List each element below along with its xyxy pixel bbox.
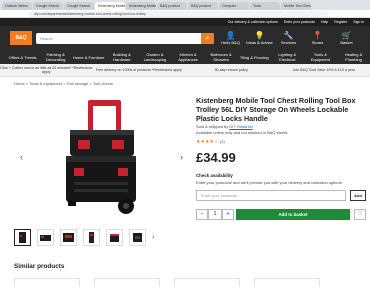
check-availability-subtext: Enter your postcode and we'll provide yo… <box>196 180 342 185</box>
browser-tab[interactable]: Kistenberg Mobile <box>126 2 156 10</box>
add-to-basket-button[interactable]: Add to basket <box>236 209 350 220</box>
nav-garden[interactable]: Garden & Landscaping <box>138 52 171 62</box>
site-logo[interactable]: B&Q <box>10 31 32 45</box>
sign-in-link[interactable]: Sign in <box>353 18 364 26</box>
quantity-stepper: − 1 + <box>196 209 234 220</box>
search-placeholder: Search <box>40 36 53 41</box>
site-header: Our delivery & collection options Enter … <box>0 18 370 64</box>
review-count[interactable]: (2) <box>220 139 225 144</box>
stores-button[interactable]: 📍 Stores <box>303 31 332 46</box>
product-image[interactable] <box>14 92 188 222</box>
category-nav: Offers & Trends Painting & Decorating Ho… <box>0 50 370 64</box>
browser-tab-bar: Outlook Webm Google Search Google Search… <box>0 0 370 10</box>
product-title: Kistenberg Mobile Tool Chest Rolling Too… <box>196 96 356 123</box>
breadcrumb[interactable]: Home > Tools & equipment > Tool storage … <box>14 81 113 86</box>
browser-tab[interactable]: Outlook Webm <box>2 2 32 10</box>
browser-tab-active[interactable]: Kistenberg Mobile <box>95 2 125 10</box>
nav-tools[interactable]: Tools & Equipment <box>304 52 337 62</box>
promo-club[interactable]: Join B&Q Club Save 10% & £10 a year <box>278 68 370 72</box>
nav-building[interactable]: Building & Hardware <box>105 52 138 62</box>
star-icons: ★★★★☆ <box>196 139 219 145</box>
product-gallery: ‹ › <box>14 92 188 222</box>
nav-heating[interactable]: Heating & Plumbing <box>337 52 370 62</box>
delivery-options-link[interactable]: Our delivery & collection options <box>228 18 278 26</box>
quantity-decrease-button[interactable]: − <box>196 209 208 220</box>
top-strip: Our delivery & collection options Enter … <box>0 18 370 26</box>
bulb-icon: 💡 <box>254 31 265 40</box>
register-link[interactable]: Register <box>334 18 347 26</box>
promo-returns[interactable]: 90-day returns policy <box>185 68 278 72</box>
thumbnail[interactable] <box>14 229 31 246</box>
thumbnail[interactable] <box>37 229 54 246</box>
top-links: Our delivery & collection options Enter … <box>228 18 364 26</box>
rating-stars[interactable]: ★★★★☆ (2) <box>196 139 225 145</box>
product-card[interactable] <box>174 278 240 287</box>
nav-home[interactable]: Home & Furniture <box>72 55 105 60</box>
services-button[interactable]: 🔧 Services <box>274 31 303 46</box>
help-link[interactable]: Help <box>321 18 328 26</box>
postcode-link[interactable]: Enter your postcode <box>284 18 315 26</box>
basket-button[interactable]: 🛒 Basket <box>332 31 361 46</box>
postcode-input[interactable]: Enter your postcode <box>196 190 346 201</box>
similar-products-row <box>14 278 320 287</box>
seller-link[interactable]: DIY Retail ltd <box>229 124 252 129</box>
browser-tab[interactable]: B&Q product <box>188 2 218 10</box>
basket-label: Basket <box>340 40 353 45</box>
promo-bar: Click + Collect now in as little as 20 m… <box>0 64 370 77</box>
browser-tab[interactable]: Tools <box>250 2 280 10</box>
availability-text: Available online only and not stocked in… <box>196 130 288 135</box>
product-card[interactable] <box>254 278 320 287</box>
promo-click-collect[interactable]: Click + Collect now in as little as 20 m… <box>0 66 93 74</box>
basket-icon: 🛒 <box>341 31 352 40</box>
browser-tab[interactable]: Google Search <box>64 2 94 10</box>
ideas-button[interactable]: 💡 Ideas & Advice <box>245 31 274 46</box>
address-bar: diy.com/departments/kistenberg-mobile-to… <box>0 10 370 18</box>
nav-bathroom[interactable]: Bathroom & Showers <box>205 52 238 62</box>
stores-label: Stores <box>311 40 324 45</box>
search-input[interactable]: Search ⌕ <box>36 33 214 44</box>
sold-by-label: Sold & shipped by <box>196 124 229 129</box>
thumbnail[interactable] <box>129 229 146 246</box>
nav-tiling[interactable]: Tiling & Flooring <box>238 55 271 60</box>
nav-lighting[interactable]: Lighting & Electrical <box>271 52 304 62</box>
search-icon[interactable]: ⌕ <box>201 33 214 44</box>
url-field[interactable]: diy.com/departments/kistenberg-mobile-to… <box>28 11 328 17</box>
similar-products-heading: Similar products <box>14 263 65 270</box>
thumbnail[interactable] <box>60 229 77 246</box>
header-icons: 👤 Hello B&Q 💡 Ideas & Advice 🔧 Services 📍 St… <box>216 31 361 46</box>
thumbnail-strip: › <box>14 229 154 246</box>
account-button[interactable]: 👤 Hello B&Q <box>216 31 245 46</box>
browser-tab[interactable]: Google Search <box>33 2 63 10</box>
thumbnail[interactable] <box>83 229 100 246</box>
heart-icon[interactable]: ♡ <box>354 209 366 220</box>
add-postcode-button[interactable]: Add <box>350 190 366 201</box>
wrench-icon: 🔧 <box>283 31 294 40</box>
product-price: £34.99 <box>196 150 236 165</box>
sold-by: Sold & shipped by DIY Retail ltd <box>196 124 253 129</box>
account-label: Hello B&Q <box>221 40 240 45</box>
nav-offers[interactable]: Offers & Trends <box>6 55 39 60</box>
services-label: Services <box>280 40 297 45</box>
user-icon: 👤 <box>225 31 236 40</box>
quantity-increase-button[interactable]: + <box>222 209 234 220</box>
browser-tab[interactable]: B&Q product <box>157 2 187 10</box>
pin-icon: 📍 <box>312 31 323 40</box>
browser-tab[interactable]: Mobile Tool Chest <box>281 2 311 10</box>
promo-free-delivery[interactable]: Free delivery on 1000s of products *Rest… <box>93 68 186 72</box>
ideas-label: Ideas & Advice <box>246 40 273 45</box>
quantity-input[interactable]: 1 <box>208 209 222 220</box>
check-availability-heading: Check availability <box>196 173 233 178</box>
browser-tab[interactable]: Compare <box>219 2 249 10</box>
thumbnail[interactable] <box>106 229 123 246</box>
nav-painting[interactable]: Painting & Decorating <box>39 52 72 62</box>
product-card[interactable] <box>94 278 160 287</box>
nav-kitchen[interactable]: Kitchen & Appliances <box>171 52 204 62</box>
product-card[interactable] <box>14 278 80 287</box>
chevron-right-icon[interactable]: › <box>152 234 154 241</box>
